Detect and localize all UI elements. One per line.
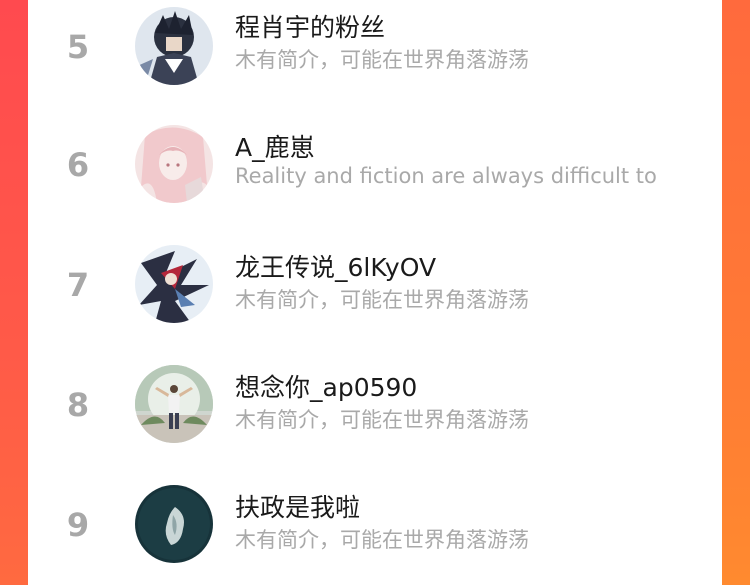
dark-sea-avatar-icon — [135, 485, 213, 563]
rank-number: 5 — [66, 28, 90, 66]
avatar[interactable] — [135, 7, 213, 85]
list-item[interactable]: 7 龙王传说_6lKyOV 木有简介，可能在世界角落游荡 — [28, 224, 722, 344]
user-name[interactable]: 扶政是我啦 — [235, 488, 360, 524]
user-name[interactable]: 龙王传说_6lKyOV — [235, 248, 436, 284]
rank-number: 6 — [66, 146, 90, 184]
user-name[interactable]: 想念你_ap0590 — [235, 368, 417, 404]
rank-number: 8 — [66, 386, 90, 424]
anime-girl-avatar-icon — [135, 125, 213, 203]
user-name[interactable]: A_鹿崽 — [235, 128, 315, 164]
user-bio: 木有简介，可能在世界角落游荡 — [235, 528, 529, 552]
avatar[interactable] — [135, 245, 213, 323]
avatar[interactable] — [135, 125, 213, 203]
list-item[interactable]: 6 A_鹿崽 Reality and fiction are always di… — [28, 104, 722, 224]
user-bio: 木有简介，可能在世界角落游荡 — [235, 408, 529, 432]
avatar[interactable] — [135, 365, 213, 443]
left-gradient-edge — [0, 0, 28, 585]
user-name[interactable]: 程肖宇的粉丝 — [235, 8, 385, 44]
right-gradient-edge — [722, 0, 750, 585]
user-bio: 木有简介，可能在世界角落游荡 — [235, 288, 529, 312]
leaderboard-list: 5 程肖宇的粉丝 木有简介，可能在世界角落游荡 6 A_鹿崽 Reality a… — [28, 0, 722, 585]
user-bio: Reality and fiction are always difficult… — [235, 164, 657, 188]
anime-warrior-avatar-icon — [135, 245, 213, 323]
avatar[interactable] — [135, 485, 213, 563]
user-bio: 木有简介，可能在世界角落游荡 — [235, 48, 529, 72]
person-photo-avatar-icon — [135, 365, 213, 443]
rank-number: 9 — [66, 506, 90, 544]
list-item[interactable]: 5 程肖宇的粉丝 木有简介，可能在世界角落游荡 — [28, 0, 722, 106]
rank-number: 7 — [66, 266, 90, 304]
list-item[interactable]: 8 想念你_ap0590 木有简介，可能在世界角落游荡 — [28, 344, 722, 464]
list-item[interactable]: 9 扶政是我啦 木有简介，可能在世界角落游荡 — [28, 464, 722, 584]
anime-character-avatar-icon — [135, 7, 213, 85]
